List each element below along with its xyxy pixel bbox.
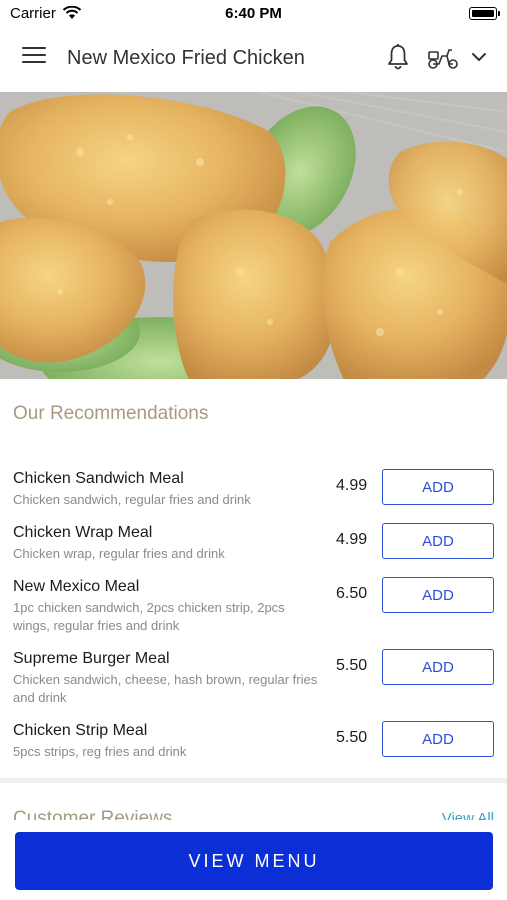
item-description: 1pc chicken sandwich, 2pcs chicken strip… [13, 600, 285, 633]
view-menu-button[interactable]: VIEW MENU [15, 832, 493, 890]
chevron-down-icon[interactable] [470, 50, 488, 64]
battery-icon [469, 7, 500, 20]
item-name: Chicken Sandwich Meal [13, 470, 184, 487]
list-item: Chicken Wrap Meal Chicken wrap, regular … [0, 520, 507, 580]
item-price: 5.50 [336, 729, 368, 746]
list-item: Chicken Sandwich Meal Chicken sandwich, … [0, 466, 507, 526]
item-name: Supreme Burger Meal [13, 650, 170, 667]
add-button[interactable]: ADD [382, 721, 494, 757]
add-button[interactable]: ADD [382, 577, 494, 613]
recommendations-title: Our Recommendations [13, 403, 209, 424]
item-description: Chicken wrap, regular fries and drink [13, 546, 225, 561]
bell-icon[interactable] [386, 43, 410, 71]
item-price: 4.99 [336, 531, 368, 548]
list-item: Supreme Burger Meal Chicken sandwich, ch… [0, 646, 507, 706]
fried-chicken-image [0, 92, 507, 379]
add-button[interactable]: ADD [382, 469, 494, 505]
menu-icon[interactable] [22, 47, 46, 67]
list-item: Chicken Strip Meal 5pcs strips, reg frie… [0, 718, 507, 778]
item-name: Chicken Strip Meal [13, 722, 148, 739]
section-divider [0, 778, 507, 783]
add-button[interactable]: ADD [382, 523, 494, 559]
app-header: New Mexico Fried Chicken [0, 28, 507, 90]
item-name: Chicken Wrap Meal [13, 524, 153, 541]
item-price: 4.99 [336, 477, 368, 494]
item-price: 6.50 [336, 585, 368, 602]
item-description: Chicken sandwich, regular fries and drin… [13, 492, 251, 507]
status-bar: Carrier 6:40 PM [0, 0, 507, 28]
item-name: New Mexico Meal [13, 578, 140, 595]
scooter-icon[interactable] [427, 46, 459, 70]
add-button[interactable]: ADD [382, 649, 494, 685]
list-item: New Mexico Meal 1pc chicken sandwich, 2p… [0, 574, 507, 634]
item-description: 5pcs strips, reg fries and drink [13, 744, 187, 759]
page-title: New Mexico Fried Chicken [67, 47, 305, 69]
item-price: 5.50 [336, 657, 368, 674]
item-description: Chicken sandwich, cheese, hash brown, re… [13, 672, 318, 705]
hero-image [0, 92, 507, 379]
status-time: 6:40 PM [225, 5, 282, 22]
